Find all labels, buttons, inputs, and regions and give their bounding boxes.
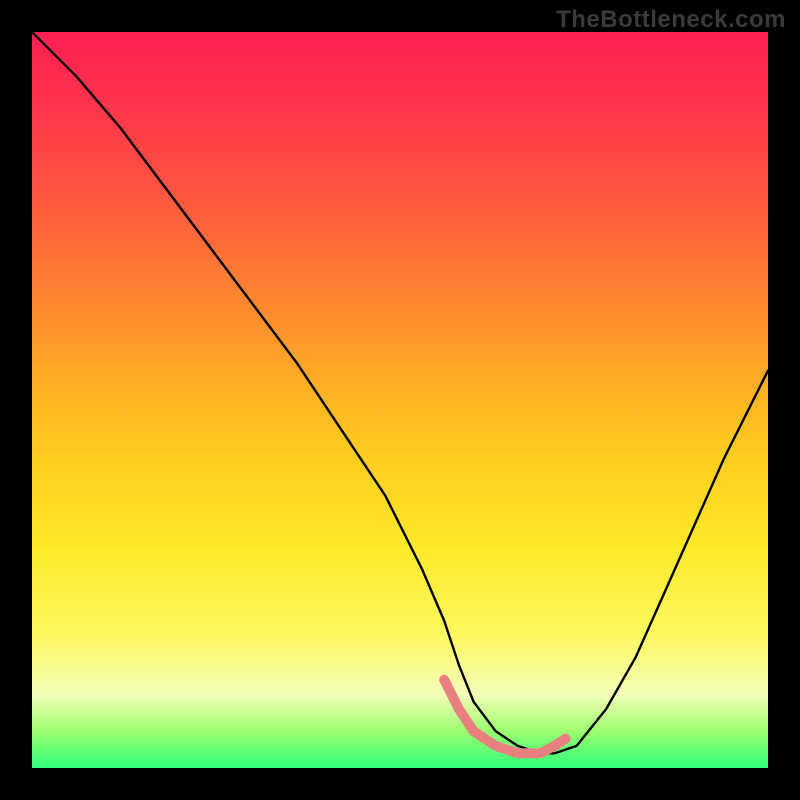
- highlight-segment: [444, 680, 565, 754]
- chart-frame: TheBottleneck.com: [0, 0, 800, 800]
- bottleneck-curve: [32, 32, 768, 753]
- curve-layer: [32, 32, 768, 768]
- plot-area: [32, 32, 768, 768]
- watermark-text: TheBottleneck.com: [556, 6, 786, 34]
